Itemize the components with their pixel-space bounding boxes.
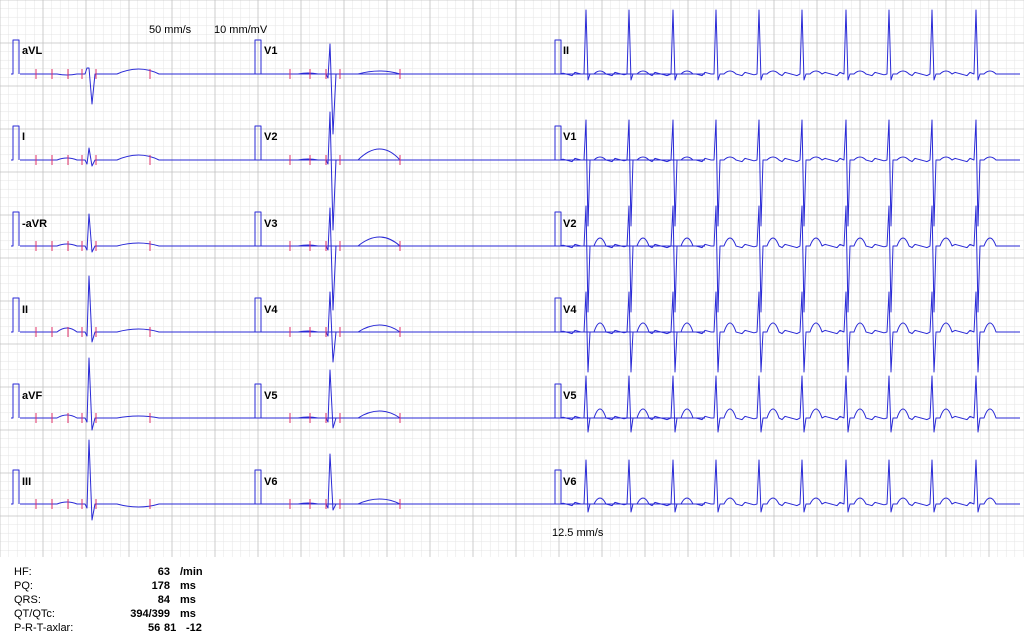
axes-label: P-R-T-axlar: — [14, 622, 74, 634]
gain-label: 10 mm/mV — [214, 24, 268, 36]
lead-trace-left — [20, 275, 465, 343]
lead-label-mid-4: V4 — [264, 304, 278, 316]
measure-label: QRS: — [14, 594, 41, 606]
lead-label-rhythm-4: V4 — [563, 304, 577, 316]
paper-speed-label: 50 mm/s — [149, 24, 192, 36]
measure-value: 63 — [157, 566, 170, 578]
lead-label-mid-5: V5 — [264, 390, 278, 402]
lead-label-rhythm-3: V2 — [563, 218, 577, 230]
measure-row-qrs: QRS: 84 ms — [14, 594, 244, 608]
measure-row-qt-qtc: QT/QTc: 394/399 ms — [14, 608, 244, 622]
p-axis-value: 56 — [148, 622, 161, 634]
measure-unit: ms — [180, 608, 196, 620]
measurements-panel: HF: 63 /min PQ: 178 ms QRS: 84 ms QT/QTc… — [14, 566, 244, 636]
lead-label-mid-6: V6 — [264, 476, 278, 488]
ecg-grid — [0, 0, 1024, 557]
lead-label-left-6: III — [22, 476, 32, 488]
lead-trace-middle — [262, 369, 705, 429]
rhythm-strip-trace — [559, 9, 1020, 81]
measure-row-pq: PQ: 178 ms — [14, 580, 244, 594]
measure-row-hf: HF: 63 /min — [14, 566, 244, 580]
measure-value: 394/399 — [130, 608, 170, 620]
measure-value: 178 — [151, 580, 170, 592]
measure-label: HF: — [14, 566, 32, 578]
measure-unit: ms — [180, 594, 196, 606]
lead-trace-left — [20, 439, 465, 521]
lead-label-mid-3: V3 — [264, 218, 278, 230]
measure-label: PQ: — [14, 580, 33, 592]
lead-label-mid-2: V2 — [264, 131, 278, 143]
lead-label-rhythm-6: V6 — [563, 476, 577, 488]
measure-row-axes: P-R-T-axlar: 56 81 -12 — [14, 622, 244, 636]
lead-label-left-4: II — [22, 304, 29, 316]
rhythm-speed-label: 12.5 mm/s — [552, 527, 604, 539]
lead-label-mid-1: V1 — [264, 45, 278, 57]
lead-label-left-2: I — [22, 131, 26, 143]
measure-value: 84 — [157, 594, 170, 606]
lead-trace-middle — [262, 207, 705, 311]
measure-unit: ms — [180, 580, 196, 592]
lead-trace-left — [20, 213, 465, 253]
lead-label-rhythm-1: II — [563, 45, 570, 57]
t-axis-value: -12 — [186, 622, 202, 634]
lead-trace-left — [20, 357, 465, 431]
lead-label-rhythm-2: V1 — [563, 131, 577, 143]
lead-label-left-5: aVF — [22, 390, 43, 402]
lead-label-left-3: -aVR — [22, 218, 48, 230]
lead-label-left-1: aVL — [22, 45, 43, 57]
ecg-grid-and-traces — [0, 0, 1024, 557]
lead-trace-middle — [262, 111, 705, 231]
measure-label: QT/QTc: — [14, 608, 55, 620]
lead-label-rhythm-5: V5 — [563, 390, 577, 402]
measure-unit: /min — [180, 566, 203, 578]
r-axis-value: 81 — [164, 622, 177, 634]
